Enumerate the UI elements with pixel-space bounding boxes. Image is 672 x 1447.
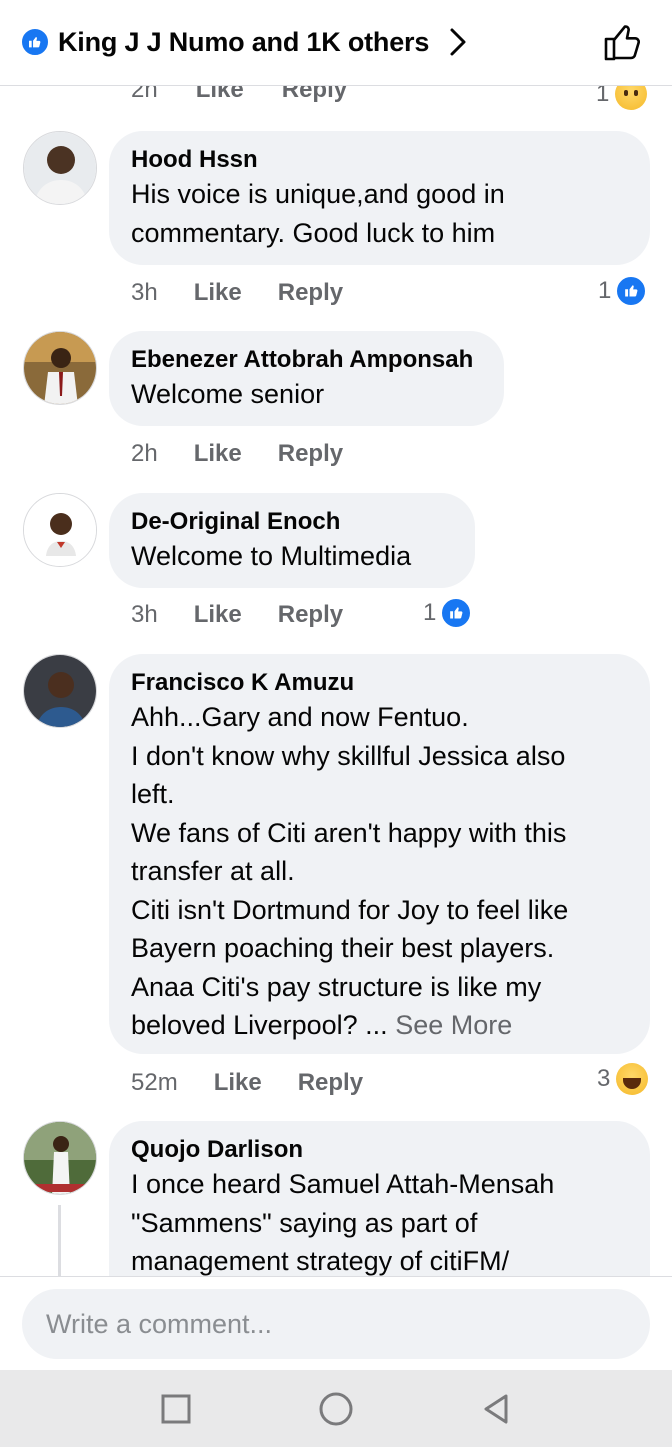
home-button[interactable] bbox=[316, 1389, 356, 1429]
comment-author[interactable]: De-Original Enoch bbox=[131, 507, 453, 537]
comment-bubble[interactable]: Hood Hssn His voice is unique,and good i… bbox=[109, 131, 650, 265]
like-badge-icon bbox=[20, 27, 50, 57]
comment-time: 3h bbox=[131, 279, 158, 306]
reaction-count: 1 bbox=[423, 599, 437, 626]
system-navigation-bar bbox=[0, 1370, 672, 1447]
comment-actions: 3h Like Reply bbox=[131, 597, 343, 633]
comment-composer bbox=[0, 1276, 672, 1370]
comment-reactions[interactable]: 3 bbox=[597, 1063, 649, 1095]
square-icon bbox=[161, 1394, 191, 1423]
reaction-count: 3 bbox=[597, 1065, 611, 1092]
comment-text: I once heard Samuel Attah-Mensah "Sammen… bbox=[131, 1169, 555, 1276]
recent-apps-button[interactable] bbox=[156, 1389, 196, 1429]
comment-bubble[interactable]: Quojo Darlison I once heard Samuel Attah… bbox=[109, 1121, 650, 1301]
like-reaction-icon bbox=[615, 275, 648, 307]
reactions-header: King J J Numo and 1K others bbox=[0, 0, 672, 86]
comment-input[interactable] bbox=[22, 1289, 650, 1359]
comment-bubble[interactable]: Francisco K Amuzu Ahh...Gary and now Fen… bbox=[109, 654, 650, 1054]
comment-bubble[interactable]: Ebenezer Attobrah Amponsah Welcome senio… bbox=[109, 331, 504, 426]
comment-text: Ahh...Gary and now Fentuo. I don't know … bbox=[131, 698, 628, 1045]
comment-text: Welcome senior bbox=[131, 379, 325, 409]
like-action[interactable]: Like bbox=[194, 601, 242, 629]
reply-action[interactable]: Reply bbox=[278, 279, 343, 307]
comment-actions: 52m Like Reply bbox=[131, 1065, 363, 1101]
circle-icon bbox=[319, 1392, 353, 1425]
comment-author[interactable]: Ebenezer Attobrah Amponsah bbox=[131, 345, 482, 375]
reply-action[interactable]: Reply bbox=[298, 1069, 363, 1097]
chevron-right-icon bbox=[450, 28, 466, 56]
comment-text: His voice is unique,and good in commenta… bbox=[131, 179, 505, 248]
avatar[interactable] bbox=[23, 654, 97, 728]
reply-action[interactable]: Reply bbox=[278, 440, 343, 468]
thread-line bbox=[58, 1205, 61, 1277]
avatar[interactable] bbox=[23, 331, 97, 405]
comment-author[interactable]: Hood Hssn bbox=[131, 145, 628, 175]
avatar[interactable] bbox=[23, 493, 97, 567]
reply-action[interactable]: Reply bbox=[278, 601, 343, 629]
comment-actions: 2h Like Reply bbox=[131, 436, 343, 472]
comment-reactions[interactable]: 1 bbox=[598, 275, 648, 307]
thumbs-up-icon[interactable] bbox=[602, 20, 646, 64]
back-button[interactable] bbox=[476, 1389, 516, 1429]
comment-time: 3h bbox=[131, 601, 158, 628]
reactors-link[interactable]: King J J Numo and 1K others bbox=[20, 22, 469, 62]
comment-author[interactable]: Francisco K Amuzu bbox=[131, 668, 628, 698]
comment-actions: 3h Like Reply bbox=[131, 275, 343, 311]
like-action[interactable]: Like bbox=[214, 1069, 262, 1097]
see-more-link[interactable]: See More bbox=[395, 1010, 512, 1040]
comment-author[interactable]: Quojo Darlison bbox=[131, 1135, 628, 1165]
haha-reaction-icon bbox=[616, 1063, 649, 1095]
reactors-title: King J J Numo and 1K others bbox=[58, 26, 430, 57]
avatar[interactable] bbox=[23, 1121, 97, 1195]
comment-body: Ahh...Gary and now Fentuo. I don't know … bbox=[131, 702, 569, 1040]
comment-time: 2h bbox=[131, 440, 158, 467]
comment-time: 52m bbox=[131, 1069, 178, 1096]
avatar[interactable] bbox=[23, 131, 97, 205]
triangle-back-icon bbox=[484, 1394, 508, 1423]
comment-reactions[interactable]: 1 bbox=[423, 597, 473, 629]
comments-screen: King J J Numo and 1K others 2h Like Repl… bbox=[0, 0, 672, 1447]
like-action[interactable]: Like bbox=[194, 440, 242, 468]
comment-bubble[interactable]: De-Original Enoch Welcome to Multimedia bbox=[109, 493, 475, 588]
like-action[interactable]: Like bbox=[194, 279, 242, 307]
comment-text: Welcome to Multimedia bbox=[131, 541, 412, 571]
reaction-count: 1 bbox=[598, 277, 612, 304]
like-reaction-icon bbox=[440, 597, 473, 629]
